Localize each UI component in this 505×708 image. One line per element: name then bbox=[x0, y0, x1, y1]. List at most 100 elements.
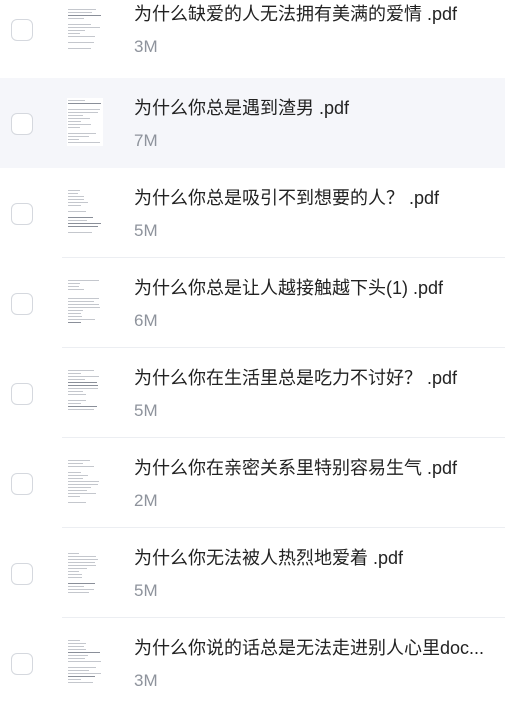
file-size: 5M bbox=[134, 221, 158, 240]
file-row[interactable]: 为什么你无法被人热烈地爱着 .pdf 5M bbox=[0, 528, 505, 618]
select-checkbox[interactable] bbox=[11, 293, 33, 315]
page-preview-graphic bbox=[68, 460, 99, 503]
select-checkbox[interactable] bbox=[11, 473, 33, 495]
text-line bbox=[68, 313, 81, 314]
text-line bbox=[68, 379, 85, 380]
text-line bbox=[68, 475, 88, 476]
text-line bbox=[68, 652, 100, 653]
text-line bbox=[68, 121, 81, 122]
file-name: 为什么你在生活里总是吃力不讨好？ .pdf bbox=[134, 368, 458, 388]
text-line bbox=[68, 36, 95, 37]
text-line bbox=[68, 223, 101, 224]
text-line bbox=[68, 30, 85, 31]
text-line bbox=[68, 283, 80, 284]
text-line bbox=[68, 586, 84, 587]
page-preview-graphic bbox=[68, 100, 101, 143]
select-checkbox[interactable] bbox=[11, 383, 33, 405]
text-line bbox=[68, 124, 91, 125]
text-line bbox=[68, 640, 80, 641]
text-line bbox=[68, 18, 84, 19]
select-checkbox[interactable] bbox=[11, 653, 33, 675]
text-line bbox=[68, 400, 86, 401]
text-line bbox=[68, 118, 90, 119]
text-line bbox=[68, 559, 98, 560]
text-line bbox=[68, 646, 84, 647]
file-size: 5M bbox=[134, 401, 158, 420]
select-checkbox[interactable] bbox=[11, 563, 33, 585]
pdf-thumbnail-icon bbox=[67, 458, 103, 506]
text-line bbox=[68, 139, 79, 140]
text-line bbox=[68, 202, 88, 203]
text-line bbox=[68, 490, 87, 491]
text-line bbox=[68, 142, 100, 143]
page-preview-graphic bbox=[68, 9, 101, 49]
text-line bbox=[68, 676, 95, 677]
text-line bbox=[68, 643, 86, 644]
text-line bbox=[68, 571, 79, 572]
text-line bbox=[68, 391, 83, 392]
file-row[interactable]: 为什么你总是遇到渣男 .pdf 7M bbox=[0, 78, 505, 168]
text-line bbox=[68, 385, 98, 386]
text-line bbox=[68, 370, 94, 371]
file-row[interactable]: 为什么缺爱的人无法拥有美满的爱情 .pdf 3M bbox=[0, 0, 505, 88]
text-line bbox=[68, 48, 91, 49]
text-line bbox=[68, 502, 86, 503]
text-line bbox=[68, 217, 93, 218]
file-row[interactable]: 为什么你总是吸引不到想要的人？ .pdf 5M bbox=[0, 168, 505, 258]
file-row[interactable]: 为什么你说的话总是无法走进别人心里doc... 3M bbox=[0, 618, 505, 708]
text-line bbox=[68, 322, 81, 323]
text-line bbox=[68, 658, 85, 659]
file-size: 5M bbox=[134, 581, 158, 600]
file-name: 为什么你总是吸引不到想要的人？ .pdf bbox=[134, 188, 440, 208]
text-line bbox=[68, 193, 78, 194]
file-size: 3M bbox=[134, 671, 158, 690]
text-line bbox=[68, 655, 88, 656]
text-line bbox=[68, 9, 96, 10]
text-line bbox=[68, 661, 101, 662]
text-line bbox=[68, 127, 80, 128]
text-line bbox=[68, 478, 83, 479]
text-line bbox=[68, 100, 85, 101]
text-line bbox=[68, 373, 81, 374]
text-line bbox=[68, 403, 81, 404]
text-line bbox=[68, 12, 92, 13]
doc-thumbnail-icon bbox=[67, 638, 103, 686]
page-preview-graphic bbox=[68, 280, 100, 323]
select-checkbox[interactable] bbox=[11, 203, 33, 225]
file-list: 为什么缺爱的人无法拥有美满的爱情 .pdf 3M 为什么你总是遇到渣男 .pdf… bbox=[0, 0, 505, 698]
text-line bbox=[68, 673, 101, 674]
text-line bbox=[68, 484, 98, 485]
file-row[interactable]: 为什么你在亲密关系里特别容易生气 .pdf 2M bbox=[0, 438, 505, 528]
text-line bbox=[68, 487, 91, 488]
select-checkbox[interactable] bbox=[11, 19, 33, 41]
text-line bbox=[68, 190, 80, 191]
page-preview-graphic bbox=[68, 553, 98, 593]
text-line bbox=[68, 27, 100, 28]
text-line bbox=[68, 382, 97, 383]
pdf-thumbnail-icon bbox=[67, 368, 103, 416]
file-row[interactable]: 为什么你总是让人越接触越下头(1) .pdf 6M bbox=[0, 258, 505, 348]
text-line bbox=[68, 463, 83, 464]
text-line bbox=[68, 211, 86, 212]
text-line bbox=[68, 568, 87, 569]
text-line bbox=[68, 682, 93, 683]
text-line bbox=[68, 232, 92, 233]
file-name: 为什么你总是遇到渣男 .pdf bbox=[134, 98, 350, 118]
text-line bbox=[68, 460, 90, 461]
page-preview-graphic bbox=[68, 640, 101, 683]
select-checkbox[interactable] bbox=[11, 113, 33, 135]
pdf-thumbnail-icon bbox=[67, 98, 103, 146]
text-line bbox=[68, 466, 94, 467]
text-line bbox=[68, 493, 96, 494]
page-preview-graphic bbox=[68, 190, 101, 233]
pdf-thumbnail-icon bbox=[67, 548, 103, 596]
text-line bbox=[68, 667, 96, 668]
text-line bbox=[68, 280, 99, 281]
text-line bbox=[68, 319, 95, 320]
text-line bbox=[68, 649, 86, 650]
file-size: 2M bbox=[134, 491, 158, 510]
text-line bbox=[68, 556, 96, 557]
text-line bbox=[68, 553, 79, 554]
file-size: 7M bbox=[134, 131, 158, 150]
file-row[interactable]: 为什么你在生活里总是吃力不讨好？ .pdf 5M bbox=[0, 348, 505, 438]
